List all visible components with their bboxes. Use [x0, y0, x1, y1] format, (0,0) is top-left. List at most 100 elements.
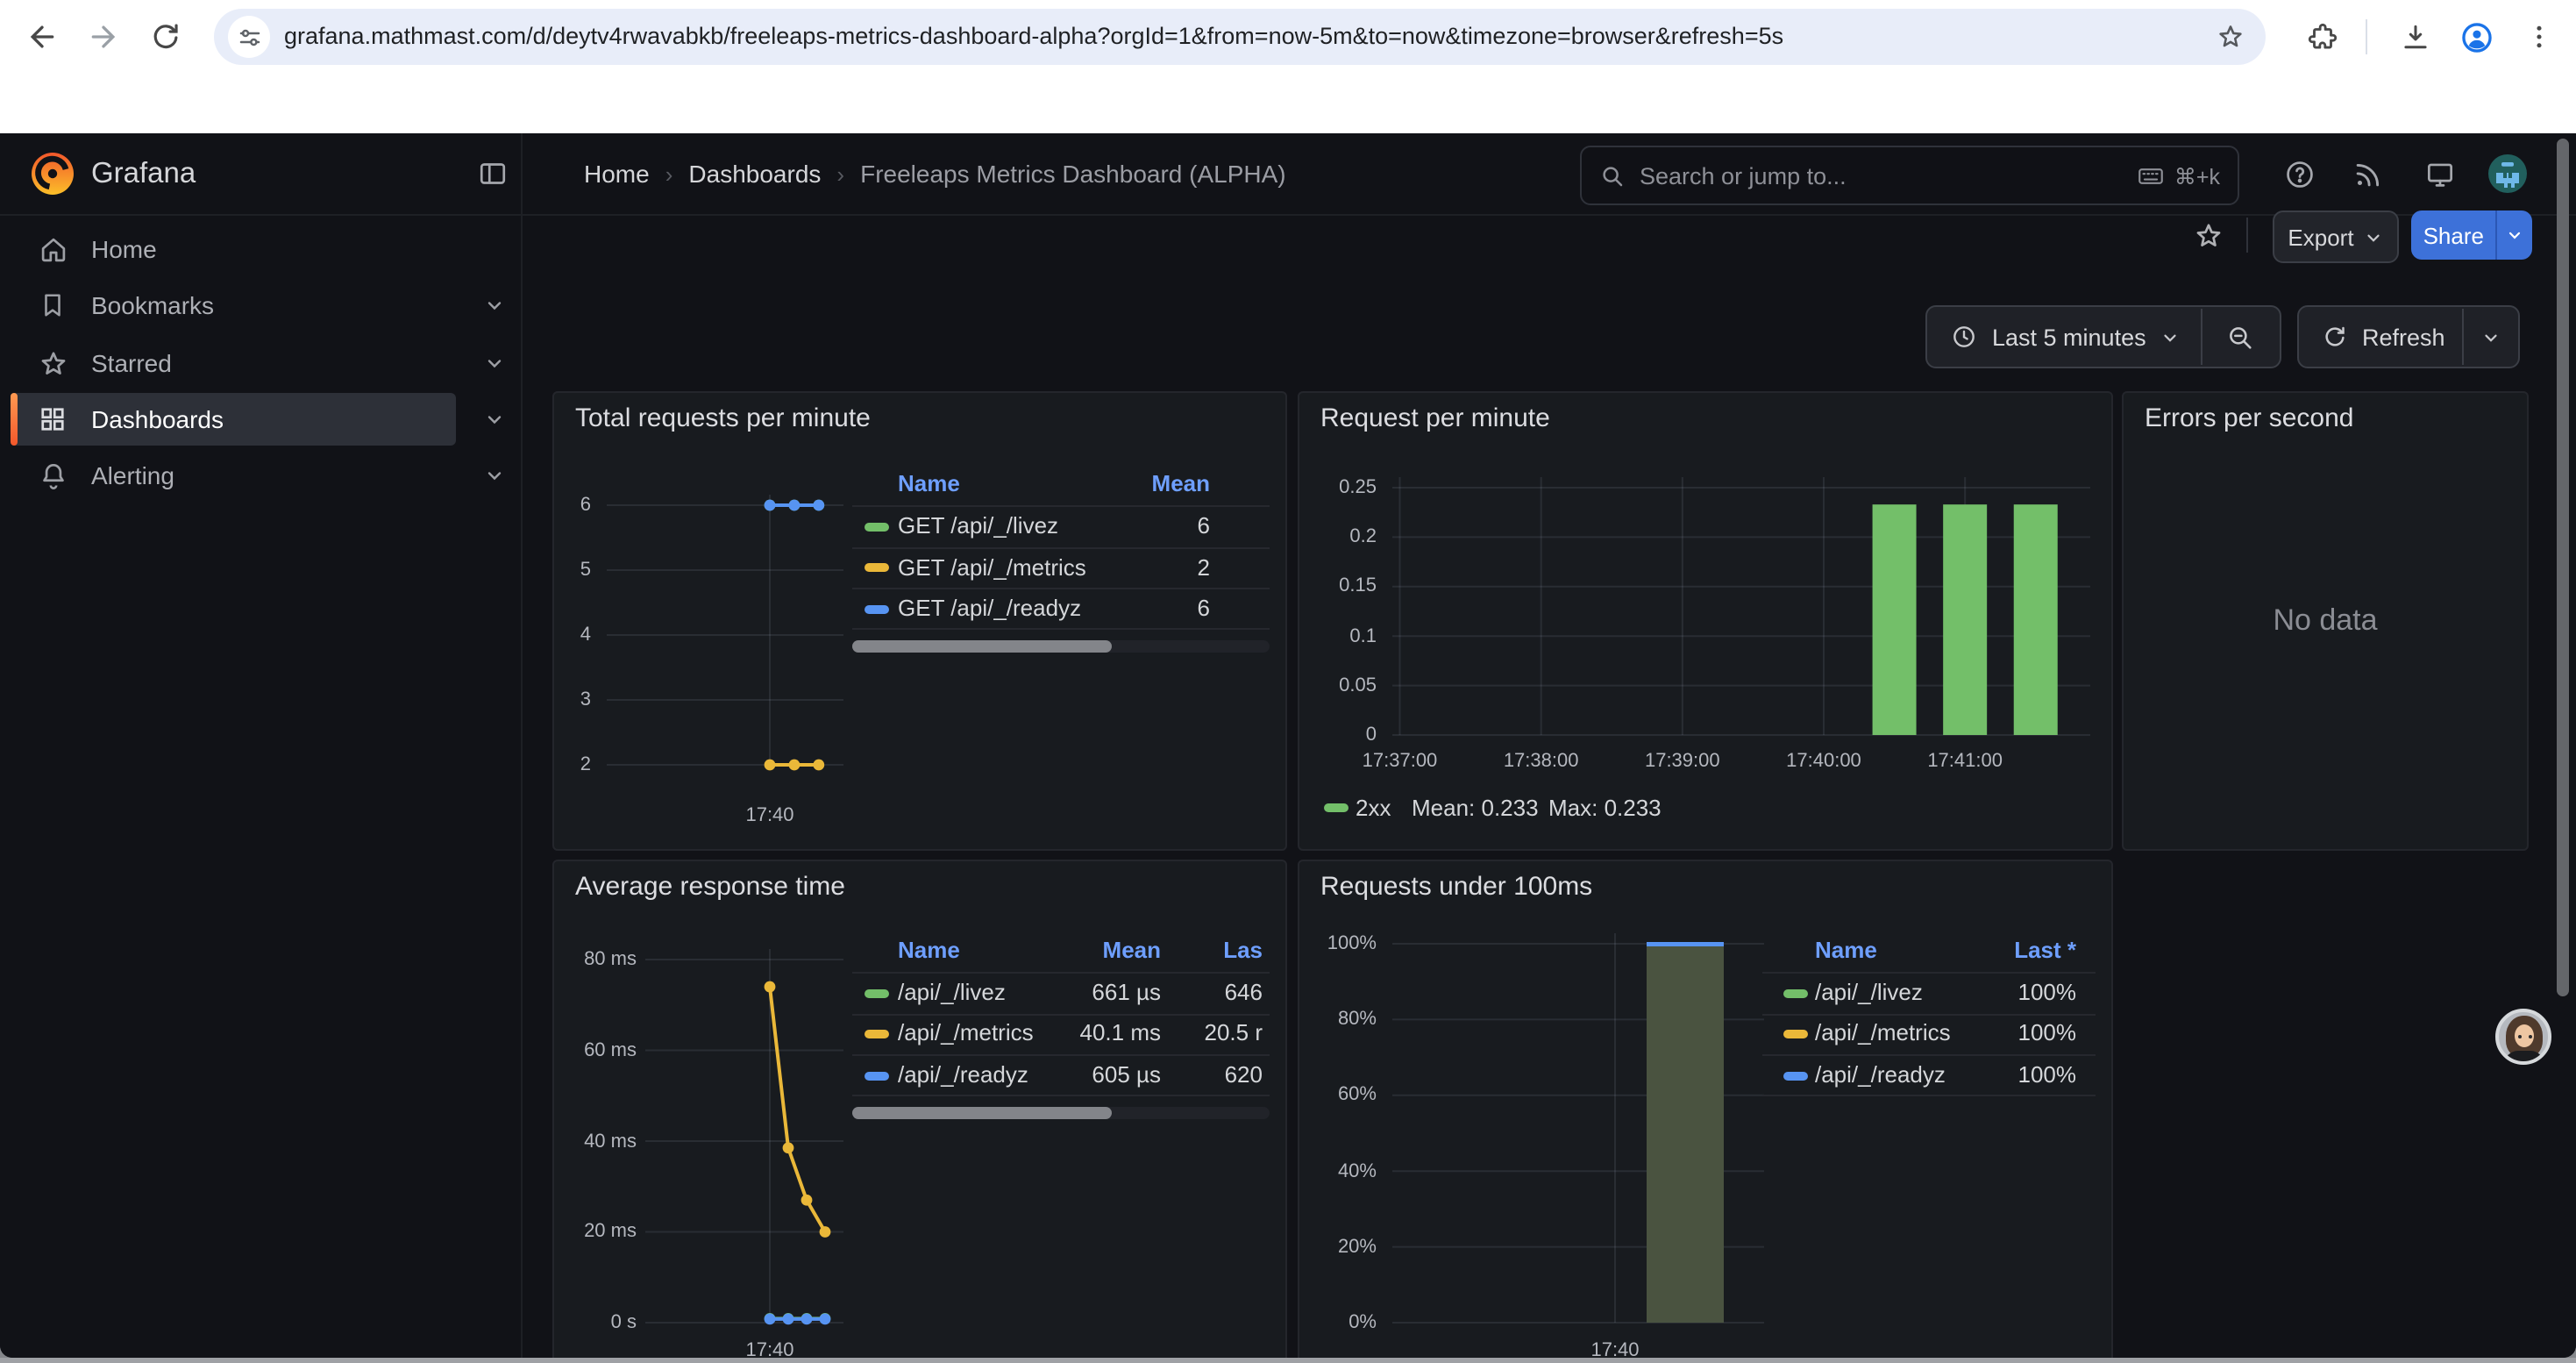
chevron-down-icon[interactable] [480, 349, 509, 377]
legend-header-col[interactable]: Las [852, 935, 1263, 967]
breadcrumb-home[interactable]: Home [584, 160, 650, 188]
x-tick-label: 17:38:00 [1480, 749, 1603, 774]
bookmark-star-icon[interactable] [2211, 18, 2250, 56]
export-button[interactable]: Export [2273, 211, 2399, 263]
chevron-down-icon[interactable] [480, 291, 509, 319]
legend-max: Max: 0.233 [1548, 793, 1662, 824]
zoom-out-icon[interactable] [2202, 322, 2280, 352]
y-tick-label: 0.25 [1299, 475, 1377, 500]
news-icon[interactable] [2346, 153, 2388, 195]
desktop: grafana.mathmast.com/d/deytv4rwavabkb/fr… [0, 0, 2576, 1363]
legend-value: 100% [1762, 1060, 2076, 1091]
grafana-header: Grafana Home › Dashboards › Freeleaps Me… [0, 133, 2576, 216]
legend-separator [852, 1013, 1270, 1015]
sidebar-item-home[interactable]: Home [11, 223, 456, 275]
y-tick-label: 0.15 [1299, 574, 1377, 599]
sidebar-item-dashboards[interactable]: Dashboards [11, 393, 456, 446]
y-tick-label: 80 ms [554, 947, 637, 972]
window-bottom-edge [0, 1358, 2576, 1363]
active-accent-bar [11, 393, 18, 446]
refresh-icon [2322, 324, 2348, 350]
bell-icon [35, 458, 70, 493]
panel-request-per-minute: Request per minute 0.250.20.150.10.05017… [1298, 391, 2113, 851]
site-settings-icon[interactable] [228, 16, 270, 58]
breadcrumb-separator: › [836, 161, 844, 187]
legend-scrollbar-thumb[interactable] [852, 640, 1112, 653]
brand-name: Grafana [91, 133, 196, 214]
panel-average-response-time: Average response time 80 ms60 ms40 ms20 … [552, 860, 1287, 1358]
sidebar-item-starred[interactable]: Starred [11, 337, 456, 389]
y-tick-label: 100% [1299, 931, 1377, 956]
legend-separator [852, 546, 1270, 548]
legend-header-col[interactable]: Last * [1762, 935, 2076, 967]
sidebar-item-label: Starred [91, 349, 172, 377]
sidebar-item-label: Dashboards [91, 405, 224, 433]
search-input[interactable]: Search or jump to... ⌘+k [1580, 146, 2239, 205]
legend-separator [852, 1095, 1270, 1096]
y-tick-label: 60% [1299, 1083, 1377, 1108]
y-tick-label: 20% [1299, 1235, 1377, 1260]
y-tick-label: 0.2 [1299, 525, 1377, 549]
help-icon[interactable] [2278, 153, 2320, 195]
grafana-logo[interactable] [28, 149, 77, 198]
star-icon [35, 346, 70, 381]
export-label: Export [2288, 224, 2353, 250]
chevron-down-icon [2365, 227, 2384, 246]
favorite-star-icon[interactable] [2187, 214, 2229, 256]
profile-icon[interactable] [2457, 18, 2495, 56]
share-menu-chevron[interactable] [2496, 211, 2532, 260]
sidebar-item-alerting[interactable]: Alerting [11, 449, 456, 502]
page-scrollbar-thumb[interactable] [2557, 139, 2569, 996]
sidebar-item-bookmarks[interactable]: Bookmarks [11, 279, 456, 332]
breadcrumb-dashboards[interactable]: Dashboards [688, 160, 821, 188]
chevron-down-icon[interactable] [480, 461, 509, 489]
menu-icon[interactable] [2520, 18, 2558, 56]
share-button[interactable]: Share [2411, 211, 2532, 260]
user-avatar[interactable] [2488, 154, 2527, 193]
legend-separator [1762, 1013, 2096, 1015]
toolbar-divider [2366, 19, 2367, 54]
refresh-interval-chevron[interactable] [2465, 327, 2518, 346]
search-shortcut: ⌘+k [2136, 161, 2220, 190]
kiosk-icon[interactable] [2418, 153, 2460, 195]
legend-scrollbar-thumb[interactable] [852, 1107, 1112, 1119]
y-tick-label: 40 ms [554, 1129, 637, 1153]
avatar-eye [2528, 1035, 2531, 1038]
back-icon[interactable] [23, 18, 61, 56]
x-tick-label: 17:40 [708, 1338, 831, 1358]
panel-toggle-icon[interactable] [472, 153, 514, 195]
keyboard-icon [2136, 161, 2166, 190]
sidebar-item-label: Home [91, 235, 157, 263]
legend-separator [852, 588, 1270, 589]
assistant-avatar[interactable] [2495, 1009, 2551, 1065]
y-tick-label: 0.1 [1299, 624, 1377, 648]
home-icon [35, 232, 70, 267]
legend-value: 646 [852, 977, 1263, 1009]
x-tick-label: 17:40 [708, 803, 831, 828]
time-range-picker[interactable]: Last 5 minutes [1925, 305, 2281, 368]
legend-series-name[interactable]: 2xx [1356, 793, 1391, 824]
y-tick-label: 60 ms [554, 1038, 637, 1063]
extensions-icon[interactable] [2302, 18, 2341, 56]
url-bar[interactable]: grafana.mathmast.com/d/deytv4rwavabkb/fr… [214, 9, 2266, 65]
panel-total-requests-per-minute: Total requests per minute 6543217:40Name… [552, 391, 1287, 851]
legend-value: 100% [1762, 977, 2076, 1009]
chart-canvas [1299, 393, 2111, 849]
download-icon[interactable] [2395, 18, 2434, 56]
y-tick-label: 0 s [554, 1310, 637, 1335]
no-data-message: No data [2124, 393, 2527, 849]
x-tick-label: 17:37:00 [1339, 749, 1462, 774]
panel-requests-under-100ms: Requests under 100ms 100%80%60%40%20%0%1… [1298, 860, 2113, 1358]
browser-toolbar: grafana.mathmast.com/d/deytv4rwavabkb/fr… [0, 0, 2576, 74]
url-text[interactable]: grafana.mathmast.com/d/deytv4rwavabkb/fr… [284, 9, 2178, 65]
y-tick-label: 3 [554, 688, 591, 712]
clock-icon [1950, 323, 1978, 351]
x-tick-label: 17:41:00 [1904, 749, 2026, 774]
chevron-down-icon[interactable] [480, 405, 509, 433]
legend-value: 100% [1762, 1017, 2076, 1049]
forward-icon[interactable] [84, 18, 123, 56]
legend-header-col[interactable]: Mean [852, 468, 1210, 500]
refresh-button[interactable]: Refresh [2297, 305, 2520, 368]
reload-icon[interactable] [146, 18, 184, 56]
legend-separator [1762, 1054, 2096, 1056]
